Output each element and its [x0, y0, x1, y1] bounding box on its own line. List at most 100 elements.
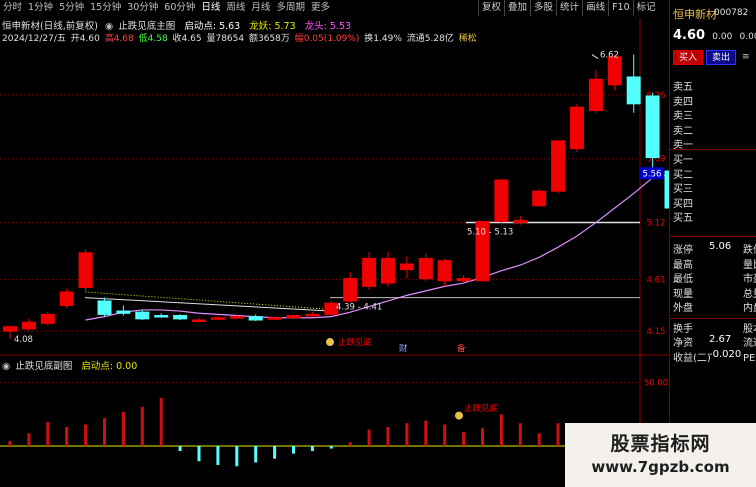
- sub-histogram-bar: [197, 446, 201, 462]
- tool-button[interactable]: 标记: [632, 0, 659, 16]
- sub-histogram-bar: [103, 418, 106, 446]
- candle-body[interactable]: [343, 278, 358, 302]
- signal-coin-icon: [326, 338, 334, 347]
- candle-body[interactable]: [532, 190, 547, 207]
- candle-body[interactable]: [551, 140, 566, 192]
- quote-panel: 恒申新材 000782 4.60 0.00 0.00% 买入 卖出 ≡ 卖五卖四…: [669, 0, 756, 487]
- price-row: 4.60 0.00 0.00%: [673, 28, 756, 43]
- period-tab[interactable]: 1分钟: [25, 0, 56, 16]
- candle-body[interactable]: [305, 313, 320, 317]
- chart-tools-bar: 复权 叠加 多股 统计 画线 F10 标记: [478, 0, 663, 16]
- period-tab[interactable]: 30分钟: [124, 0, 161, 16]
- candle-body[interactable]: [173, 315, 188, 320]
- trading-app: 分时 1分钟 5分钟 15分钟 30分钟 60分钟 日线 周线 月线 多周期 更多 复权 叠加 多股 统计…: [0, 0, 756, 487]
- stat-row: 净资 2.67 流通: [673, 334, 756, 349]
- stat-extra-label: 量比: [743, 259, 756, 271]
- sub-tick-label: 50.00: [644, 379, 668, 389]
- candle-body[interactable]: [135, 311, 150, 320]
- stat-row: 现量 总量: [673, 285, 756, 300]
- candle-body[interactable]: [97, 300, 112, 315]
- sub-histogram-bar: [8, 440, 12, 446]
- candle-body[interactable]: [210, 317, 225, 320]
- stat-label: 收益(二): [673, 352, 711, 364]
- kline-chart[interactable]: 6.265.695.124.614.156.624.085.10 - 5.134…: [0, 18, 669, 487]
- stat-label: 最高: [673, 259, 693, 271]
- candle-body[interactable]: [513, 219, 528, 224]
- candle-body[interactable]: [494, 179, 509, 222]
- stat-label: 外盘: [673, 303, 693, 314]
- sub-histogram-bar: [273, 446, 277, 459]
- candle-body[interactable]: [286, 315, 301, 319]
- sell-button[interactable]: 卖出: [706, 50, 736, 65]
- candle-body[interactable]: [3, 326, 17, 332]
- stat-value: 2.67: [709, 334, 732, 345]
- stats-divider: [670, 236, 756, 237]
- candle-body[interactable]: [588, 78, 603, 112]
- buy-button[interactable]: 买入: [673, 50, 703, 65]
- order-book-row: 卖三: [673, 111, 693, 123]
- candle-body[interactable]: [399, 263, 414, 271]
- watermark-title: 股票指标网: [610, 433, 711, 455]
- candle-body[interactable]: [21, 321, 36, 330]
- tool-button[interactable]: 多股: [530, 0, 556, 16]
- bottom-signal-label: 止跌见底: [338, 337, 373, 348]
- chart-bg: [0, 18, 668, 487]
- price-change-pct: 0.00%: [739, 32, 756, 42]
- candle-body[interactable]: [381, 257, 395, 284]
- period-tab[interactable]: 5分钟: [56, 0, 87, 16]
- candle-body[interactable]: [626, 76, 641, 105]
- period-tab[interactable]: 周线: [223, 0, 248, 16]
- sub-histogram-bar: [235, 446, 239, 467]
- candle-body[interactable]: [192, 319, 206, 322]
- order-book-row: 卖五: [673, 82, 693, 93]
- stats-divider-2: [670, 318, 756, 319]
- sub-signal-coin-icon: [455, 411, 463, 420]
- candle-body[interactable]: [570, 106, 584, 150]
- sub-histogram-bar: [481, 428, 484, 446]
- candle-body[interactable]: [40, 313, 55, 324]
- tool-button[interactable]: 统计: [556, 0, 582, 16]
- old-support-line: [84, 297, 331, 312]
- stat-extra-label: 总量: [743, 288, 756, 300]
- sub-histogram-bar: [84, 424, 88, 446]
- tool-button[interactable]: 复权: [478, 0, 504, 16]
- sub-histogram-bar: [329, 446, 333, 449]
- candle-body[interactable]: [154, 315, 169, 318]
- candle-body[interactable]: [248, 316, 263, 321]
- sub-histogram-bar: [537, 433, 541, 446]
- sub-histogram-bar: [443, 424, 447, 446]
- candle-body[interactable]: [418, 257, 433, 280]
- stock-code: 000782: [714, 8, 749, 18]
- candle-body[interactable]: [456, 278, 471, 282]
- period-tab[interactable]: 多周期: [273, 0, 308, 16]
- candle-body[interactable]: [437, 260, 452, 282]
- candle-body[interactable]: [607, 56, 622, 86]
- candle-body[interactable]: [267, 317, 282, 320]
- watermark-url: www.7gpzb.com: [591, 458, 730, 476]
- period-tab[interactable]: 更多: [308, 0, 333, 16]
- candle-body[interactable]: [362, 257, 377, 287]
- stat-row: 最低 市盈: [673, 270, 756, 285]
- tool-button[interactable]: 画线: [582, 0, 608, 16]
- candle-body[interactable]: [59, 291, 74, 306]
- tool-button[interactable]: F10: [608, 0, 633, 16]
- period-tab[interactable]: 分时: [0, 0, 25, 16]
- period-tab[interactable]: 月线: [248, 0, 273, 16]
- tool-button[interactable]: 叠加: [504, 0, 530, 16]
- sub-histogram-bar: [65, 427, 69, 446]
- order-book-divider: [670, 149, 756, 150]
- sub-histogram-bar: [292, 446, 295, 454]
- stock-name[interactable]: 恒申新材: [673, 6, 717, 22]
- candle-body[interactable]: [116, 310, 131, 314]
- order-book-row: 卖二: [673, 125, 693, 137]
- period-tab[interactable]: 15分钟: [87, 0, 124, 16]
- panel-menu-icon[interactable]: ≡: [742, 52, 750, 62]
- period-tab[interactable]: 日线: [198, 0, 223, 16]
- sub-histogram-bar: [178, 446, 182, 452]
- period-tab[interactable]: 60分钟: [161, 0, 198, 16]
- sub-histogram-bar: [254, 446, 258, 463]
- candle-body[interactable]: [78, 252, 93, 289]
- candle-body[interactable]: [229, 316, 244, 319]
- candle-body[interactable]: [645, 95, 660, 159]
- price-tick-label: 4.15: [647, 327, 666, 337]
